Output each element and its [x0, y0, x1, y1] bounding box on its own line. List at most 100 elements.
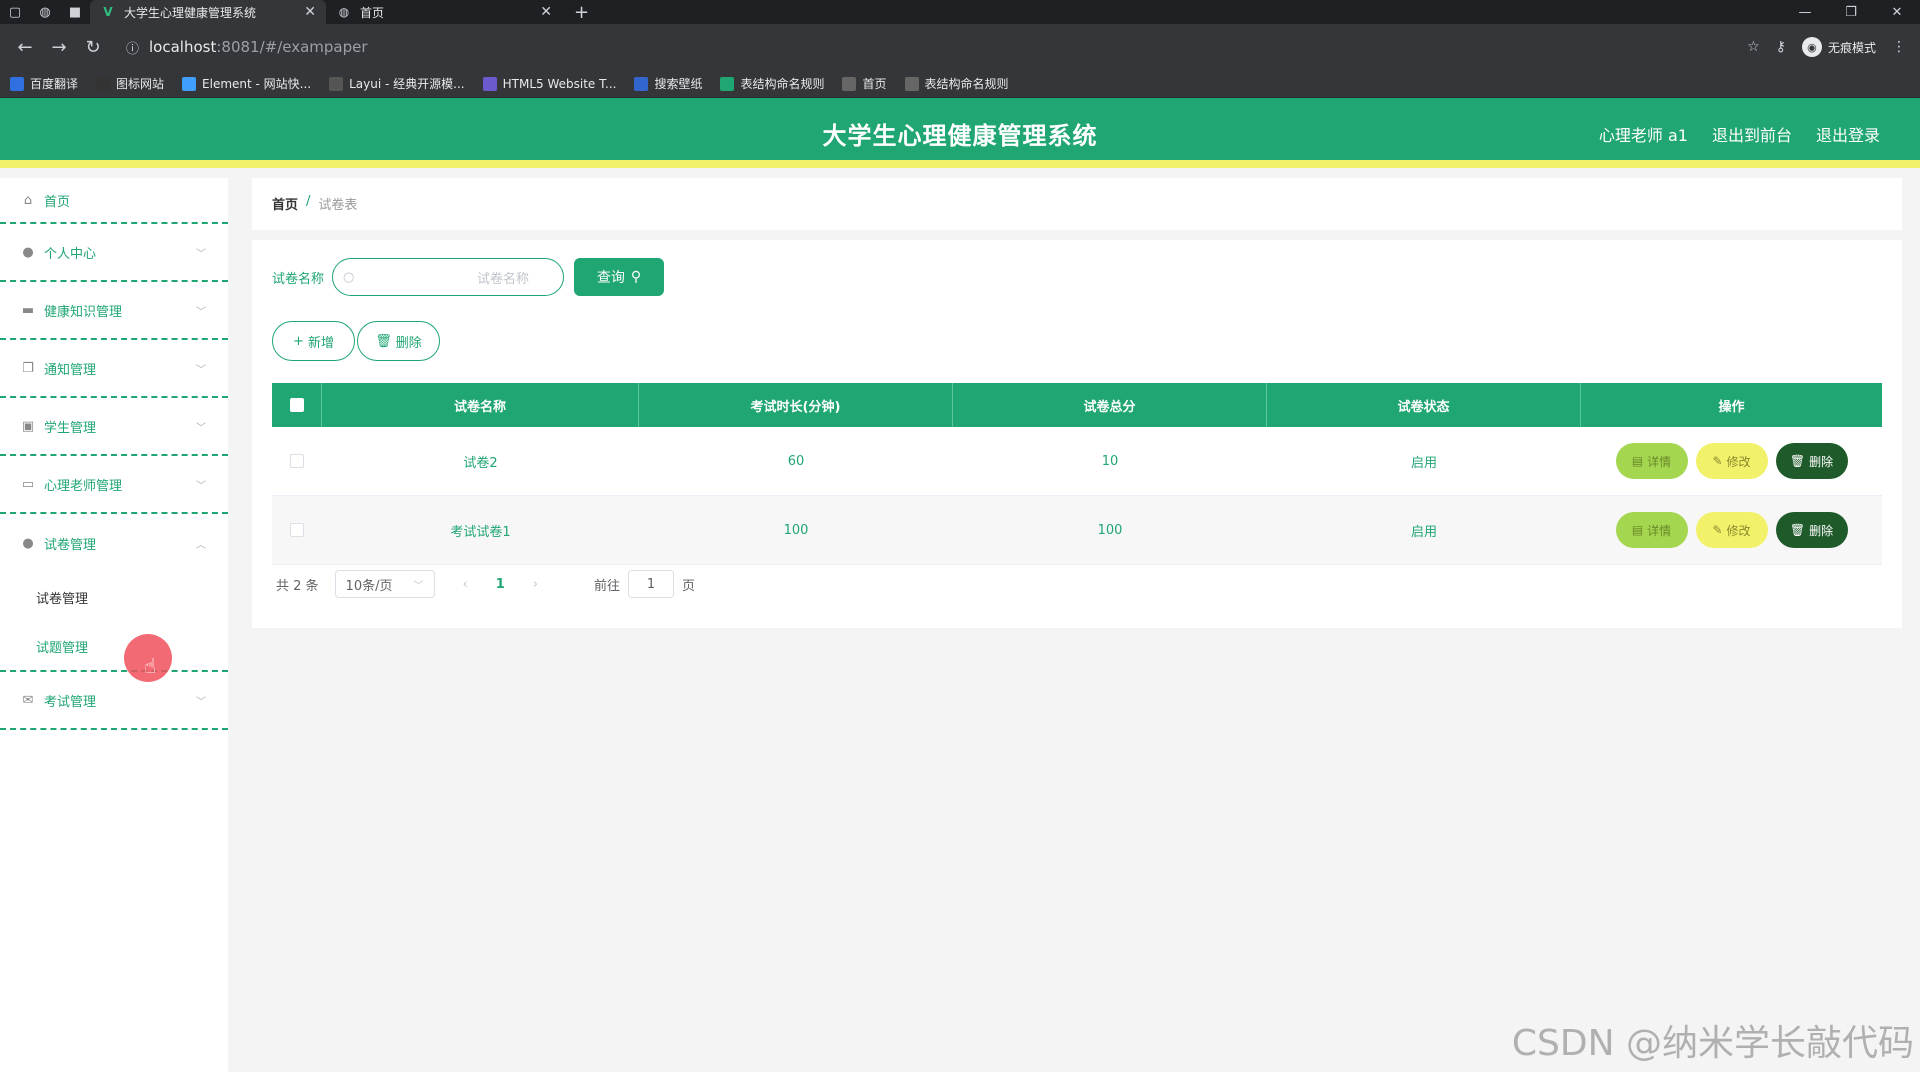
reload-icon[interactable]: ↻	[76, 32, 110, 62]
sidebar-item-personal-center[interactable]: ● 个人中心 ﹀	[0, 224, 228, 282]
edit-button[interactable]: ✎ 修改	[1695, 512, 1768, 548]
browser-tab-bar: ▢ ◍ ■ V 大学生心理健康管理系统 ✕ ◍ 首页 ✕ + — ❐ ✕	[0, 0, 1920, 24]
user-icon: ●	[22, 535, 34, 551]
watermark: CSDN @纳米学长敲代码	[1511, 1023, 1914, 1064]
browser-tab-active[interactable]: V 大学生心理健康管理系统 ✕	[90, 0, 326, 24]
sidebar-item-exams[interactable]: ✉ 考试管理 ﹀	[0, 672, 228, 730]
doc-icon: ▤	[1631, 523, 1644, 537]
page-size-value: 10条/页	[345, 578, 393, 594]
bookmark-item[interactable]: 表结构命名规则	[904, 75, 1009, 92]
bookmarks-bar: 百度翻译 图标网站 Element - 网站快... Layui - 经典开源模...…	[0, 70, 1920, 98]
sidebar-item-label: 首页	[44, 194, 71, 210]
sidebar-item-notice[interactable]: ❐ 通知管理 ﹀	[0, 340, 228, 398]
mail-icon: ✉	[22, 692, 34, 708]
close-tab-icon[interactable]: ✕	[540, 4, 552, 20]
browser-tab-inactive[interactable]: ◍ 首页 ✕	[326, 0, 562, 24]
window-icon[interactable]: ■	[60, 0, 90, 24]
query-button[interactable]: 查询 ⚲	[574, 258, 665, 296]
column-header: 考试时长(分钟)	[639, 383, 953, 427]
action-row: + 新增 🗑 删除	[272, 321, 440, 361]
sidebar-item-students[interactable]: ▣ 学生管理 ﹀	[0, 398, 228, 456]
select-all-checkbox[interactable]	[289, 398, 304, 412]
breadcrumb-separator: /	[306, 194, 311, 209]
forward-icon[interactable]: →	[42, 32, 76, 62]
bookmark-item[interactable]: Layui - 经典开源模...	[329, 75, 465, 92]
hand-cursor-icon: ☝	[144, 654, 157, 678]
sidebar-item-health-knowledge[interactable]: ▬ 健康知识管理 ﹀	[0, 282, 228, 340]
bookmark-item[interactable]: 图标网站	[96, 75, 164, 92]
exit-to-front-link[interactable]: 退出到前台	[1712, 122, 1792, 146]
row-checkbox[interactable]	[290, 523, 304, 537]
column-header: 试卷总分	[953, 383, 1267, 427]
sidebar-item-teachers[interactable]: ▭ 心理老师管理 ﹀	[0, 456, 228, 514]
page-number[interactable]: 1	[496, 577, 505, 592]
url-path: :8081/#/exampaper	[216, 38, 368, 56]
bookmark-item[interactable]: Element - 网站快...	[182, 75, 311, 92]
monitor-icon: ▬	[21, 302, 35, 318]
bookmark-item[interactable]: 搜索壁纸	[634, 75, 702, 92]
address-bar-actions: ☆ ⚷ ◉ 无痕模式 ⋮	[1747, 37, 1912, 57]
prev-page-icon[interactable]: ‹	[463, 577, 468, 592]
sidebar-item-exampaper[interactable]: ● 试卷管理 ︿	[0, 514, 228, 572]
new-tab-button[interactable]: +	[574, 2, 589, 23]
sidebar-item-label: 试卷管理	[44, 537, 97, 553]
paper-score: 10	[1101, 453, 1119, 469]
edit-button[interactable]: ✎ 修改	[1695, 443, 1768, 479]
add-button[interactable]: + 新增	[272, 321, 355, 361]
globe-icon[interactable]: ◍	[30, 0, 60, 24]
bookmark-item[interactable]: 百度翻译	[10, 75, 78, 92]
submenu-item-exampaper[interactable]: 试卷管理	[0, 572, 228, 622]
total-count: 共 2 条	[276, 578, 319, 594]
sidebar-item-home[interactable]: ⌂ 首页	[0, 178, 228, 224]
search-input[interactable]: ○ 试卷名称	[332, 258, 565, 296]
next-page-icon[interactable]: ›	[533, 577, 538, 592]
key-icon[interactable]: ⚷	[1776, 39, 1786, 55]
search-row: 试卷名称 ○ 试卷名称 查询 ⚲	[272, 258, 665, 296]
bookmark-label: 搜索壁纸	[654, 77, 703, 91]
sidebar-item-label: 通知管理	[44, 362, 97, 378]
address-bar: ← → ↻ ⓘ localhost :8081/#/exampaper ☆ ⚷ …	[0, 24, 1920, 70]
tab-search-icon[interactable]: ▢	[0, 0, 30, 24]
close-tab-icon[interactable]: ✕	[304, 4, 316, 20]
column-header: 试卷状态	[1267, 383, 1581, 427]
paper-name: 考试试卷1	[450, 524, 511, 540]
goto-page-input[interactable]: 1	[628, 570, 675, 598]
bookmark-icon	[842, 76, 857, 91]
chevron-down-icon: ﹀	[196, 422, 206, 434]
menu-kebab-icon[interactable]: ⋮	[1892, 39, 1906, 55]
chevron-down-icon: ﹀	[196, 364, 206, 376]
restore-icon[interactable]: ❐	[1828, 0, 1874, 24]
breadcrumb-home[interactable]: 首页	[272, 194, 298, 213]
star-icon[interactable]: ☆	[1747, 39, 1760, 55]
delete-button[interactable]: 🗑 删除	[1775, 512, 1848, 548]
close-window-icon[interactable]: ✕	[1874, 0, 1920, 24]
bookmark-label: 百度翻译	[30, 77, 79, 91]
incognito-profile[interactable]: ◉ 无痕模式	[1801, 37, 1876, 57]
detail-button[interactable]: ▤ 详情	[1615, 443, 1688, 479]
bookmark-item[interactable]: 首页	[842, 75, 887, 92]
minimize-icon[interactable]: —	[1782, 0, 1828, 24]
column-header: 操作	[1718, 399, 1745, 415]
edit-label: 修改	[1726, 523, 1751, 538]
url-input[interactable]: ⓘ localhost :8081/#/exampaper	[116, 32, 1747, 62]
delete-button[interactable]: 🗑 删除	[1775, 443, 1848, 479]
batch-delete-button[interactable]: 🗑 删除	[357, 321, 440, 361]
bookmark-icon	[634, 76, 649, 91]
sidebar-item-label: 健康知识管理	[44, 304, 123, 320]
bookmark-icon	[904, 76, 919, 91]
row-actions: ▤ 详情 ✎ 修改 🗑 删除	[1581, 427, 1882, 495]
logout-link[interactable]: 退出登录	[1816, 122, 1880, 146]
back-icon[interactable]: ←	[8, 32, 42, 62]
page-size-select[interactable]: 10条/页 ﹀	[334, 570, 435, 598]
bookmark-icon	[720, 76, 735, 91]
submenu-item-questions[interactable]: 试题管理	[0, 622, 228, 672]
bookmark-icon	[182, 76, 197, 91]
row-checkbox[interactable]	[290, 454, 304, 468]
bookmark-item[interactable]: 表结构命名规则	[720, 75, 824, 92]
detail-button[interactable]: ▤ 详情	[1615, 512, 1688, 548]
detail-label: 详情	[1647, 523, 1672, 538]
chevron-down-icon: ﹀	[413, 580, 424, 592]
bookmark-item[interactable]: HTML5 Website T...	[482, 76, 616, 91]
info-icon[interactable]: ⓘ	[126, 38, 139, 57]
pagination: 共 2 条 10条/页 ﹀ ‹ 1 › 前往 1 页	[276, 570, 695, 598]
